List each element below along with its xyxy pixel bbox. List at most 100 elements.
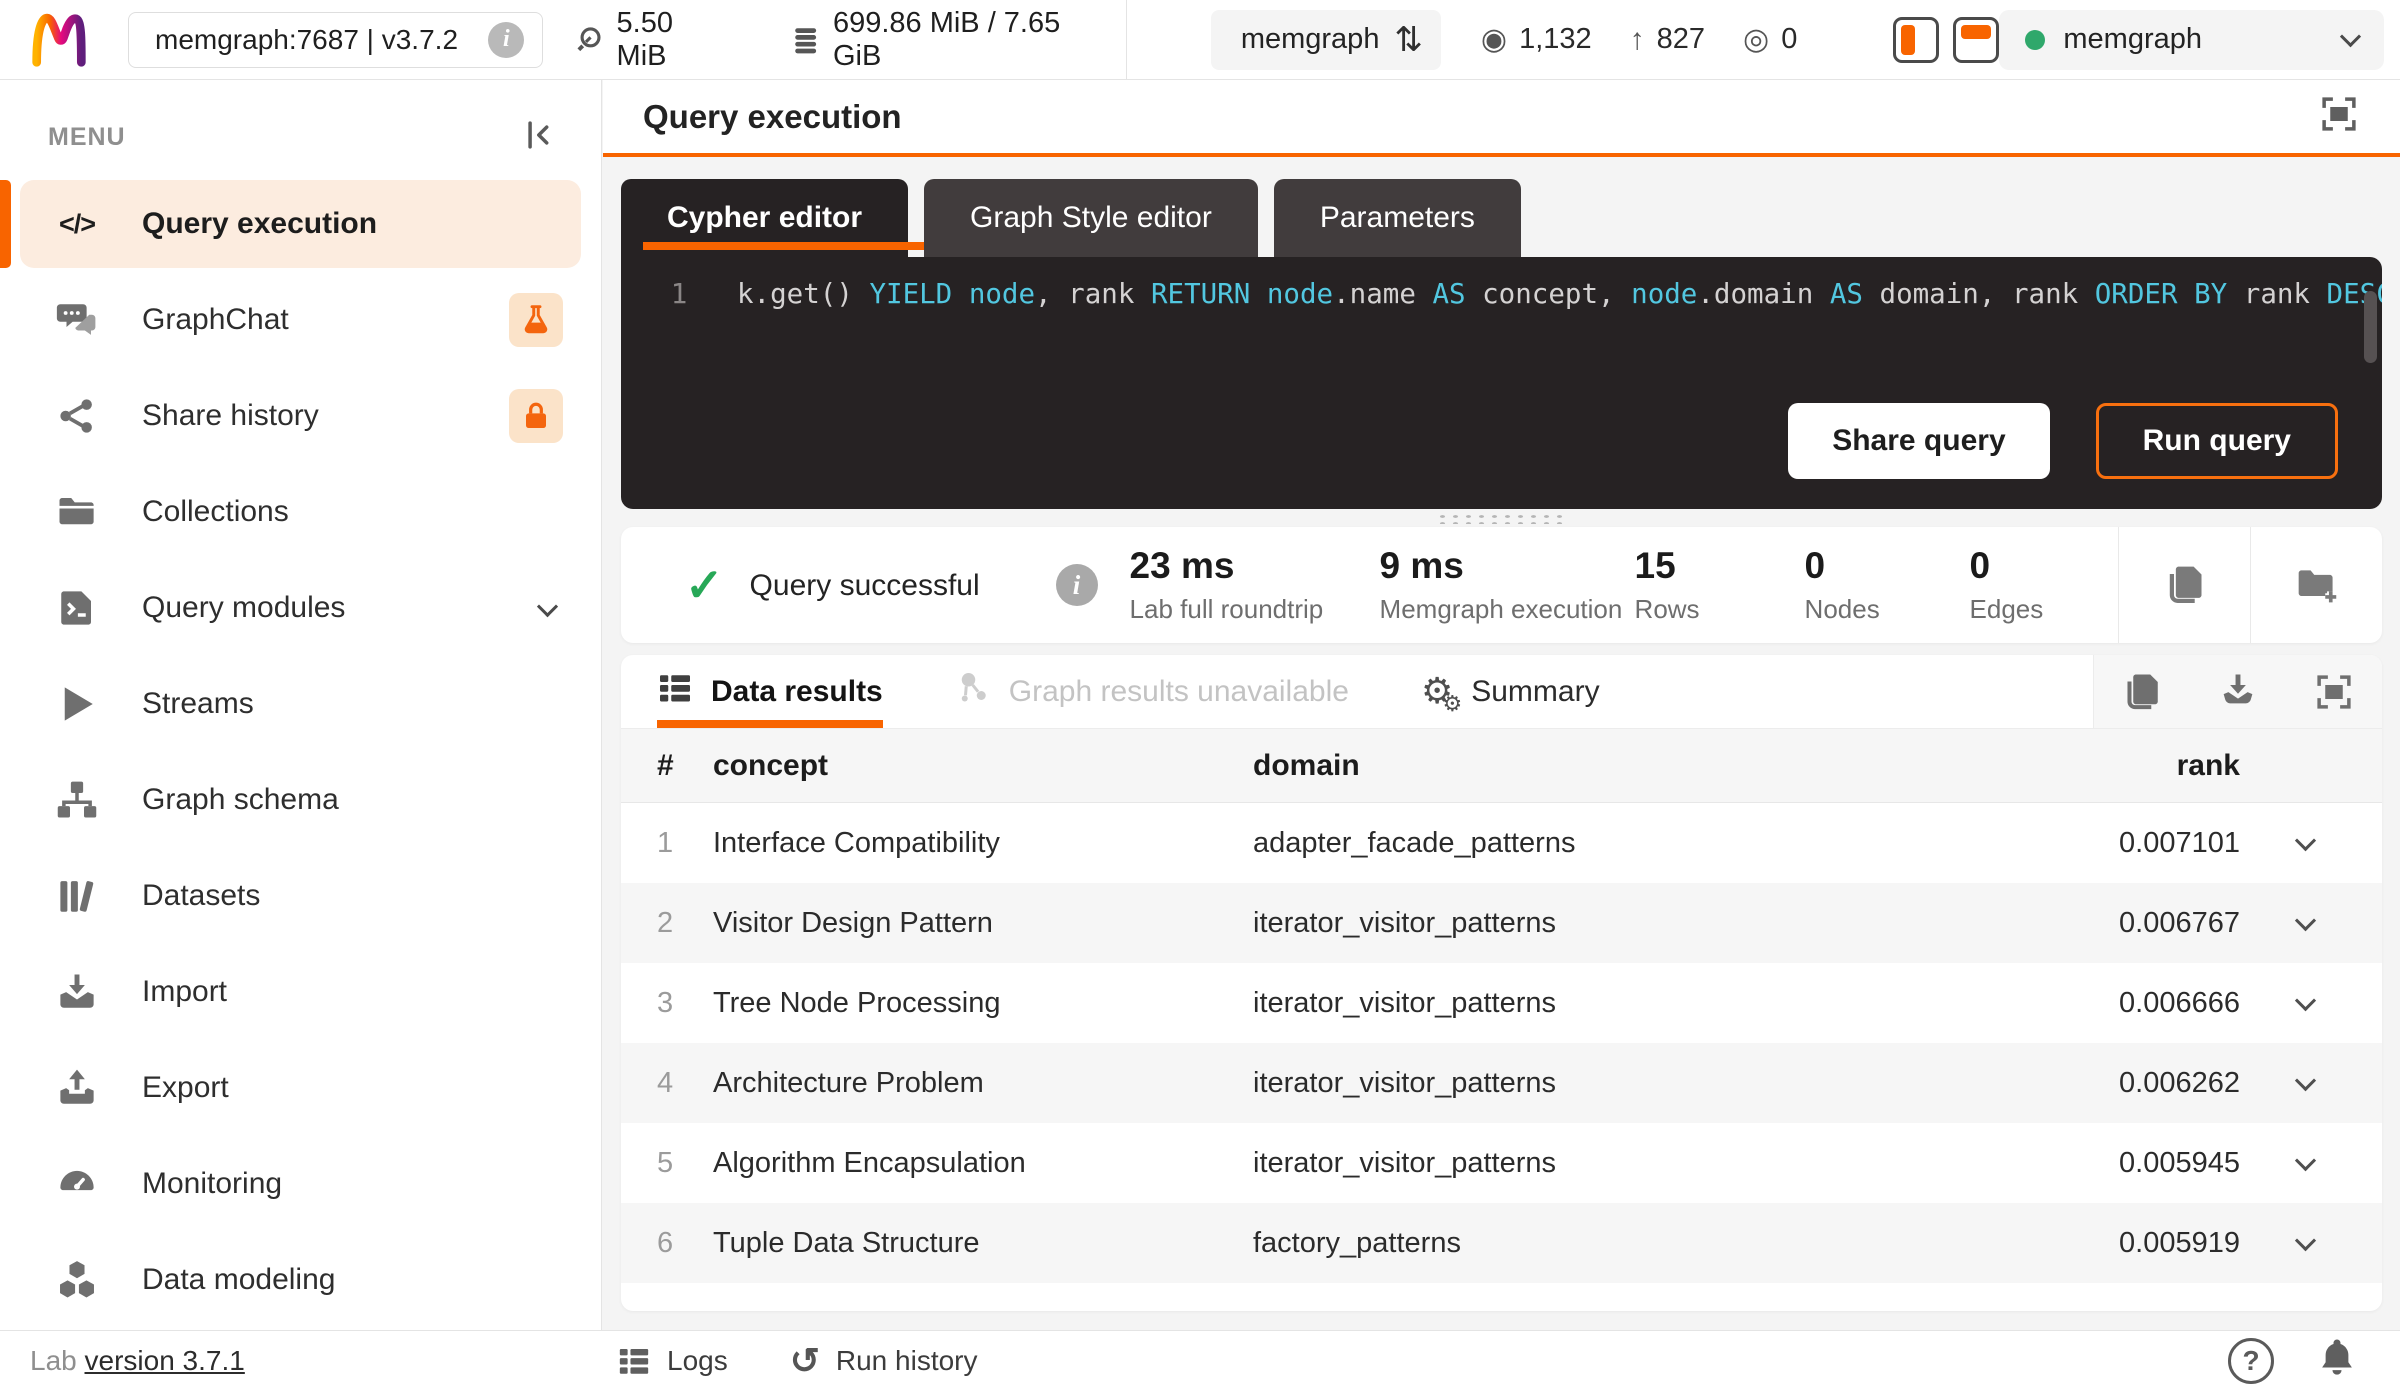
row-domain: iterator_visitor_patterns	[1253, 986, 1557, 1019]
page-title: Query execution	[643, 97, 902, 135]
sidebar-item-data-modeling[interactable]: Data modeling	[20, 1236, 581, 1324]
copy-results-button[interactable]	[2118, 527, 2250, 643]
sidebar-menu: </> Query execution GraphChat Share history…	[0, 180, 601, 1324]
results-tab-data-results[interactable]: Data results	[657, 655, 883, 728]
download-icon	[2223, 674, 2253, 703]
expand-results-button[interactable]	[2286, 655, 2382, 728]
bottom-bar: Lab version 3.7.1 Logs ↺ Run history ?	[0, 1330, 2400, 1390]
sidebar-item-export[interactable]: Export	[20, 1044, 581, 1132]
export-icon	[54, 1065, 100, 1111]
sidebar-item-graphchat[interactable]: GraphChat	[20, 276, 581, 364]
cypher-query-text[interactable]: k.get() YIELD node, rank RETURN node.nam…	[737, 273, 2382, 315]
topbar-divider	[1125, 0, 1127, 79]
layout-horizontal-toggle[interactable]	[1953, 16, 2000, 63]
row-expand-button[interactable]	[2240, 1069, 2370, 1091]
lab-label: Lab	[30, 1344, 77, 1376]
menu-label: MENU	[48, 122, 126, 151]
row-rank: 0.005945	[2119, 1146, 2240, 1179]
success-check-icon: ✓	[685, 559, 724, 611]
row-domain: iterator_visitor_patterns	[1253, 906, 1557, 939]
sidebar-item-datasets[interactable]: Datasets	[20, 852, 581, 940]
logs-button[interactable]: Logs	[617, 1344, 728, 1378]
column-header-index: #	[657, 748, 674, 782]
results-tab-summary[interactable]: ⚙ ⚙ Summary	[1421, 655, 1600, 728]
status-stat-nodes: 0 Nodes	[1805, 545, 1970, 625]
logs-label: Logs	[667, 1344, 728, 1376]
column-header-rank: rank	[2176, 748, 2240, 782]
tab-cypher-editor[interactable]: Cypher editor	[621, 179, 984, 257]
run-history-button[interactable]: ↺ Run history	[790, 1342, 978, 1379]
sidebar-item-collections[interactable]: Collections	[20, 468, 581, 556]
row-rank: 0.006767	[2119, 906, 2240, 939]
download-results-button[interactable]	[2190, 655, 2286, 728]
sidebar-item-share-history[interactable]: Share history	[20, 372, 581, 460]
results-tab-label: Graph results unavailable	[1008, 674, 1349, 708]
resize-handle[interactable]	[621, 509, 2382, 527]
graph-counters: ◉ 1,132 ↑ 827 ◎ 0	[1481, 22, 1797, 57]
fullscreen-icon[interactable]	[2318, 93, 2360, 140]
instance-selector[interactable]: memgraph	[1999, 9, 2384, 70]
tab-parameters[interactable]: Parameters	[1273, 179, 1521, 257]
row-expand-button[interactable]	[2240, 829, 2370, 851]
table-row: 6 Tuple Data Structure factory_patterns 0.0…	[621, 1203, 2382, 1283]
edges-count: 827	[1656, 23, 1706, 55]
sidebar-item-label: Monitoring	[142, 1167, 283, 1200]
notifications-bell-icon[interactable]	[2316, 1336, 2358, 1385]
sidebar-item-monitoring[interactable]: Monitoring	[20, 1140, 581, 1228]
run-query-button[interactable]: Run query	[2095, 403, 2338, 479]
sidebar-item-label: Query modules	[142, 591, 346, 624]
save-to-collection-button[interactable]	[2250, 527, 2382, 643]
stat-value: 9 ms	[1379, 545, 1464, 586]
tab-graph-style-editor[interactable]: Graph Style editor	[924, 179, 1258, 257]
table-row: 2 Visitor Design Pattern iterator_visitor_…	[621, 883, 2382, 963]
sidebar-item-import[interactable]: Import	[20, 948, 581, 1036]
target-icon: ◎	[1743, 23, 1770, 56]
lab-version-link[interactable]: version 3.7.1	[85, 1345, 245, 1376]
copy-icon	[2127, 674, 2158, 709]
sidebar-item-label: Graph schema	[142, 783, 339, 816]
collapse-sidebar-icon[interactable]	[519, 116, 557, 159]
database-selector[interactable]: memgraph ⇅	[1210, 9, 1441, 70]
row-rank: 0.005919	[2119, 1226, 2240, 1259]
swap-vertical-icon: ⇅	[1394, 20, 1423, 59]
share-query-button[interactable]: Share query	[1788, 403, 2050, 479]
row-expand-button[interactable]	[2240, 1229, 2370, 1251]
help-icon[interactable]: ?	[2228, 1337, 2274, 1384]
info-icon[interactable]: i	[488, 21, 525, 58]
node-count-icon: ◉	[1480, 23, 1508, 56]
row-expand-button[interactable]	[2240, 989, 2370, 1011]
cypher-editor[interactable]: 1 k.get() YIELD node, rank RETURN node.n…	[621, 257, 2382, 509]
top-bar: memgraph:7687 | v3.7.2 i 5.50 MiB 699.86…	[0, 0, 2400, 80]
copy-table-button[interactable]	[2094, 655, 2190, 728]
row-index: 3	[657, 986, 674, 1019]
results-table: 1 Interface Compatibility adapter_facade_p…	[621, 803, 2382, 1283]
table-row: 1 Interface Compatibility adapter_facade_p…	[621, 803, 2382, 883]
layout-vertical-toggle[interactable]	[1893, 16, 1940, 63]
line-number: 1	[670, 278, 688, 310]
nodes-count: 1,132	[1519, 23, 1592, 55]
list-icon	[657, 670, 693, 714]
results-tab-label: Data results	[711, 674, 883, 708]
gauge-small-icon	[577, 26, 601, 51]
row-expand-button[interactable]	[2240, 909, 2370, 931]
import-icon	[54, 969, 100, 1015]
chevron-down-icon	[2339, 26, 2362, 48]
connection-info-box[interactable]: memgraph:7687 | v3.7.2 i	[128, 11, 544, 68]
row-domain: adapter_facade_patterns	[1253, 826, 1576, 859]
sidebar-item-streams[interactable]: Streams	[20, 660, 581, 748]
run-history-label: Run history	[835, 1344, 978, 1376]
chevron-down-icon	[536, 591, 559, 625]
editor-tabs: Cypher editor Graph Style editor Parameter…	[621, 179, 2382, 257]
stat-value: 0	[1804, 545, 1826, 586]
table-header: # concept domain rank	[621, 729, 2382, 803]
connection-label: memgraph:7687 | v3.7.2	[155, 23, 459, 55]
editor-scrollbar[interactable]	[2364, 291, 2377, 363]
row-expand-button[interactable]	[2240, 1149, 2370, 1171]
info-icon[interactable]: i	[1055, 564, 1098, 606]
sidebar-item-graph-schema[interactable]: Graph schema	[20, 756, 581, 844]
code-icon: </>	[58, 208, 96, 239]
table-row: 4 Architecture Problem iterator_visitor_pa…	[621, 1043, 2382, 1123]
sidebar-item-query-modules[interactable]: Query modules	[20, 564, 581, 652]
row-concept: Tree Node Processing	[713, 986, 1001, 1019]
sidebar-item-query-execution[interactable]: </> Query execution	[0, 180, 581, 268]
